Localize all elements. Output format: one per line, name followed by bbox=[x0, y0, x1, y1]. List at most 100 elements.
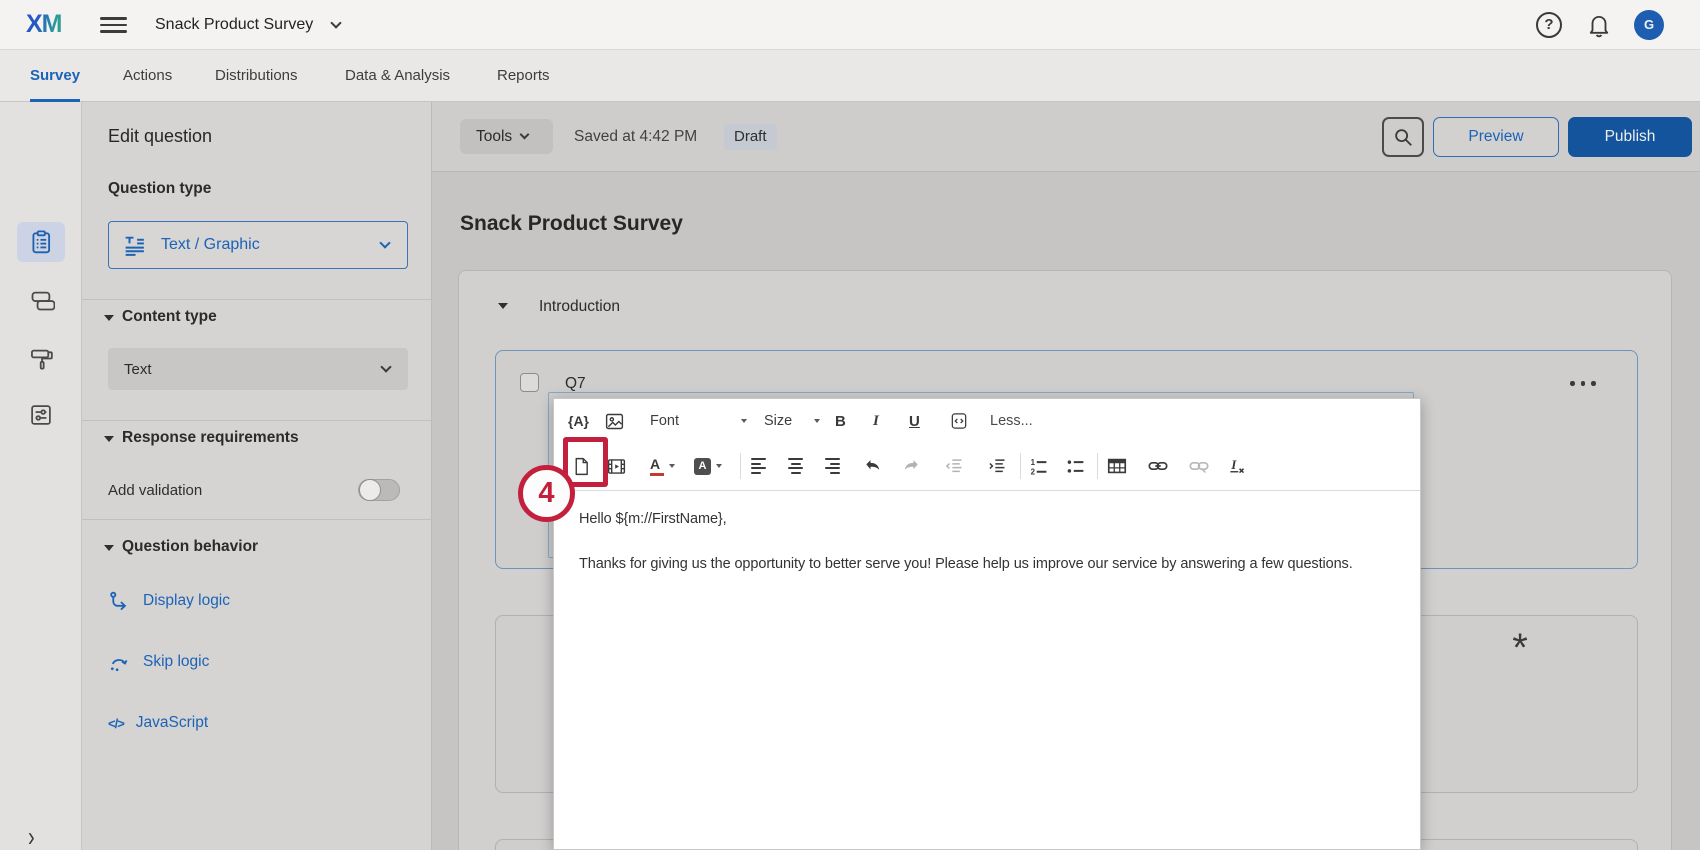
action-bar: Tools Saved at 4:42 PM Draft Preview Pub… bbox=[432, 102, 1700, 172]
insert-table-button[interactable] bbox=[1106, 451, 1128, 481]
content-type-select[interactable]: Text bbox=[108, 348, 408, 390]
blocks-icon bbox=[28, 287, 55, 314]
search-icon bbox=[1392, 126, 1414, 148]
insert-link-button[interactable] bbox=[1147, 451, 1169, 481]
rail-item-survey-builder[interactable] bbox=[17, 222, 65, 262]
insert-image-button[interactable] bbox=[604, 406, 625, 436]
javascript-label: JavaScript bbox=[136, 714, 208, 732]
panel-divider bbox=[82, 420, 432, 421]
saved-status: Saved at 4:42 PM bbox=[574, 128, 697, 146]
bold-button[interactable]: B bbox=[835, 406, 846, 436]
tab-reports[interactable]: Reports bbox=[497, 50, 550, 102]
tools-button[interactable]: Tools bbox=[460, 119, 553, 154]
search-button[interactable] bbox=[1382, 117, 1424, 157]
font-dropdown-label: Font bbox=[650, 413, 679, 429]
svg-text:I: I bbox=[1230, 457, 1237, 472]
italic-button[interactable]: I bbox=[873, 406, 879, 436]
editor-toolbar: {A} Font Size B I U Less... bbox=[554, 399, 1420, 491]
align-right-button[interactable] bbox=[825, 451, 840, 481]
block-title: Introduction bbox=[539, 298, 620, 316]
underline-button[interactable]: U bbox=[909, 406, 920, 436]
question-behavior-label: Question behavior bbox=[122, 538, 258, 556]
piped-text-label: {A} bbox=[568, 413, 589, 429]
unlink-icon bbox=[1188, 455, 1210, 477]
question-text-line2[interactable]: Thanks for giving us the opportunity to … bbox=[579, 553, 1363, 577]
content-type-value: Text bbox=[124, 361, 152, 378]
question-text-line1[interactable]: Hello ${m://FirstName}, bbox=[579, 511, 727, 527]
table-icon bbox=[1106, 455, 1128, 477]
font-dropdown-caret[interactable] bbox=[736, 406, 747, 436]
skip-logic-label: Skip logic bbox=[143, 653, 209, 671]
insert-video-button[interactable] bbox=[606, 451, 627, 481]
ordered-list-icon: 1 2 bbox=[1028, 456, 1049, 477]
help-button[interactable]: ? bbox=[1536, 12, 1562, 38]
question-options-menu[interactable] bbox=[1570, 381, 1596, 386]
clipboard-list-icon bbox=[28, 229, 54, 255]
rail-item-survey-options[interactable] bbox=[17, 395, 65, 435]
tab-actions[interactable]: Actions bbox=[123, 50, 172, 102]
rail-item-look-feel[interactable] bbox=[17, 338, 65, 378]
display-logic-link[interactable]: Display logic bbox=[108, 589, 230, 613]
less-options-label: Less... bbox=[990, 413, 1033, 429]
underline-label: U bbox=[909, 413, 920, 430]
font-dropdown[interactable]: Font bbox=[650, 406, 722, 436]
remove-format-button[interactable]: I bbox=[1226, 451, 1247, 481]
size-dropdown-caret[interactable] bbox=[809, 406, 820, 436]
add-validation-toggle[interactable] bbox=[358, 479, 400, 501]
xm-logo[interactable]: XM bbox=[26, 10, 62, 39]
text-color-button[interactable]: A bbox=[650, 451, 675, 481]
edit-question-panel: Edit question Question type Text / Graph… bbox=[82, 102, 432, 850]
size-dropdown[interactable]: Size bbox=[764, 406, 792, 436]
javascript-link[interactable]: </> JavaScript bbox=[108, 711, 208, 735]
user-avatar[interactable]: G bbox=[1634, 10, 1664, 40]
chevron-down-icon[interactable] bbox=[330, 17, 341, 28]
preview-button[interactable]: Preview bbox=[1433, 117, 1559, 157]
less-options-button[interactable]: Less... bbox=[990, 406, 1033, 436]
decrease-indent-button[interactable] bbox=[944, 451, 964, 481]
ordered-list-button[interactable]: 1 2 bbox=[1028, 451, 1049, 481]
publish-button[interactable]: Publish bbox=[1568, 117, 1692, 157]
empty-question-placeholder: * bbox=[1502, 626, 1538, 671]
display-logic-label: Display logic bbox=[143, 592, 230, 610]
survey-title-heading: Snack Product Survey bbox=[460, 212, 683, 236]
toggle-knob bbox=[359, 479, 381, 501]
redo-button[interactable] bbox=[901, 451, 921, 481]
notifications-bell-icon[interactable] bbox=[1586, 12, 1612, 38]
chevron-down-icon bbox=[520, 130, 530, 140]
source-code-button[interactable] bbox=[949, 406, 969, 436]
tab-survey[interactable]: Survey bbox=[30, 50, 80, 102]
question-checkbox[interactable] bbox=[520, 373, 539, 392]
expand-panel-chevron[interactable]: › bbox=[28, 822, 35, 850]
paint-roller-icon bbox=[28, 345, 55, 372]
undo-button[interactable] bbox=[863, 451, 883, 481]
add-validation-label: Add validation bbox=[108, 482, 202, 499]
app-root: XM Snack Product Survey ? G Survey Actio… bbox=[0, 0, 1700, 850]
builder-icon-rail: › bbox=[0, 102, 82, 850]
align-right-icon bbox=[825, 458, 840, 474]
chevron-down-icon bbox=[380, 361, 391, 372]
content-type-collapse-caret[interactable] bbox=[104, 315, 114, 321]
tab-data-analysis[interactable]: Data & Analysis bbox=[345, 50, 450, 102]
increase-indent-button[interactable] bbox=[987, 451, 1007, 481]
block-collapse-caret[interactable] bbox=[498, 303, 508, 309]
background-color-button[interactable]: A bbox=[694, 451, 722, 481]
bullet-list-button[interactable] bbox=[1065, 451, 1086, 481]
align-left-button[interactable] bbox=[751, 451, 766, 481]
text-color-icon: A bbox=[650, 456, 664, 476]
hamburger-menu-icon[interactable] bbox=[100, 17, 127, 33]
question-type-dropdown[interactable]: Text / Graphic bbox=[108, 221, 408, 269]
rail-item-survey-flow[interactable] bbox=[17, 280, 65, 320]
remove-link-button[interactable] bbox=[1188, 451, 1210, 481]
content-type-label: Content type bbox=[122, 308, 217, 326]
decrease-indent-icon bbox=[944, 456, 964, 476]
question-type-label: Question type bbox=[108, 180, 211, 198]
question-behavior-collapse-caret[interactable] bbox=[104, 545, 114, 551]
align-left-icon bbox=[751, 458, 766, 474]
response-requirements-collapse-caret[interactable] bbox=[104, 436, 114, 442]
undo-icon bbox=[863, 456, 883, 476]
survey-name-menu[interactable]: Snack Product Survey bbox=[155, 0, 313, 50]
tab-distributions[interactable]: Distributions bbox=[215, 50, 298, 102]
piped-text-button[interactable]: {A} bbox=[568, 406, 589, 436]
skip-logic-link[interactable]: Skip logic bbox=[108, 650, 209, 674]
align-center-button[interactable] bbox=[788, 451, 803, 481]
